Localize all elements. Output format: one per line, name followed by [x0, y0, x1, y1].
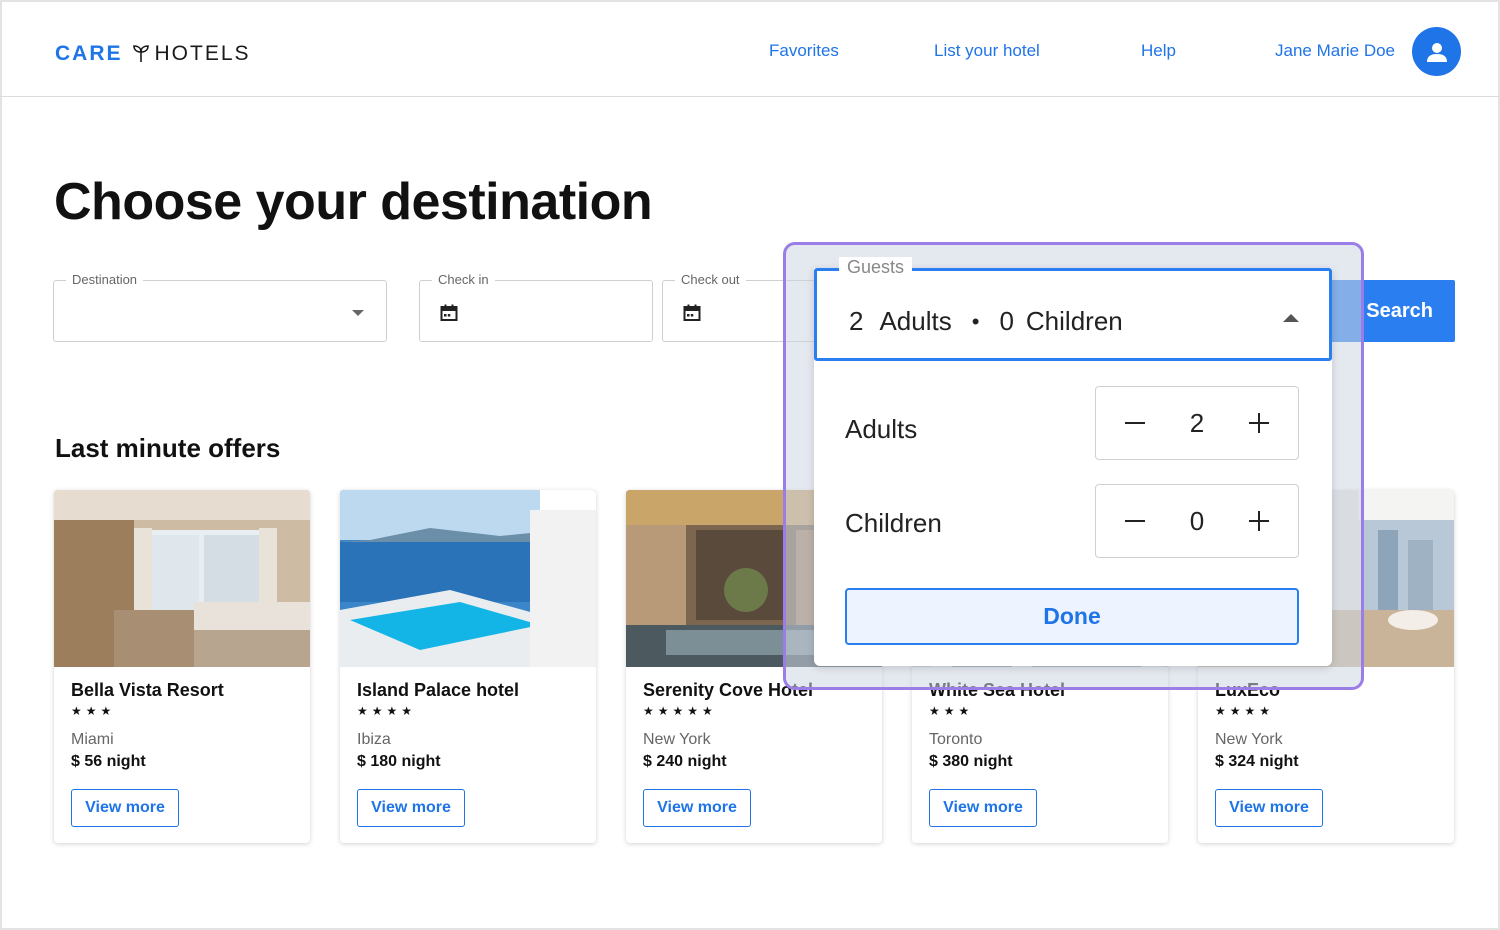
hotel-city: Ibiza — [357, 731, 391, 748]
adults-increment-button[interactable] — [1240, 404, 1278, 442]
destination-label: Destination — [66, 272, 144, 287]
nav-favorites[interactable]: Favorites — [769, 41, 839, 61]
done-button[interactable]: Done — [845, 588, 1299, 645]
hotel-price: $ 240 night — [643, 753, 727, 770]
logo-care-text: CARE — [55, 42, 123, 65]
hotel-pool-image — [340, 490, 596, 667]
hotel-name: Bella Vista Resort — [71, 680, 224, 700]
guests-summary: 2 Adults • 0 Children — [849, 306, 1123, 337]
hotel-price: $ 56 night — [71, 753, 146, 770]
calendar-icon — [683, 304, 701, 327]
brand-logo[interactable]: CARE HOTELS — [55, 42, 251, 66]
top-header: CARE HOTELS Favorites List your hotel He… — [0, 0, 1500, 97]
view-more-button[interactable]: View more — [357, 789, 465, 827]
adults-value: 2 — [1189, 407, 1205, 438]
children-decrement-button[interactable] — [1116, 502, 1154, 540]
hotel-stars: ★★★ — [71, 704, 116, 718]
nav-help[interactable]: Help — [1141, 41, 1176, 61]
hotel-price: $ 380 night — [929, 753, 1013, 770]
offer-card[interactable]: Bella Vista Resort ★★★ Miami $ 56 night … — [54, 490, 310, 843]
guests-label: Guests — [839, 257, 913, 278]
hotel-stars: ★★★ — [929, 704, 974, 718]
adults-word: Adults — [879, 306, 952, 336]
hotel-city: Miami — [71, 731, 114, 748]
hotel-name: Island Palace hotel — [357, 680, 520, 700]
user-icon — [1426, 42, 1447, 62]
separator-dot: • — [971, 308, 980, 334]
hotel-price: $ 180 night — [357, 753, 441, 770]
hotel-stars: ★★★★ — [1215, 704, 1275, 718]
hotel-stars: ★★★★ — [357, 704, 417, 718]
view-more-button[interactable]: View more — [71, 789, 179, 827]
children-row-label: Children — [845, 508, 942, 538]
adults-stepper: 2 — [1095, 386, 1299, 460]
guests-select[interactable]: Guests 2 Adults • 0 Children — [814, 257, 1332, 361]
adults-row-label: Adults — [845, 414, 918, 444]
minus-icon — [1125, 422, 1145, 424]
hotel-stars: ★★★★★ — [643, 704, 717, 718]
view-more-button[interactable]: View more — [643, 789, 751, 827]
hotel-city: Toronto — [929, 731, 983, 748]
hotel-room-image — [54, 490, 310, 667]
calendar-icon — [440, 304, 458, 327]
logo-hotels-text: HOTELS — [154, 42, 251, 65]
offers-title: Last minute offers — [55, 433, 281, 463]
checkin-field[interactable]: Check in — [419, 272, 653, 342]
adults-count: 2 — [849, 306, 864, 336]
guests-dropdown: Guests 2 Adults • 0 Children Adults 2 Ch… — [814, 257, 1332, 666]
offer-card[interactable]: Island Palace hotel ★★★★ Ibiza $ 180 nig… — [340, 490, 596, 843]
plus-icon — [1249, 413, 1269, 433]
children-word: Children — [1025, 306, 1123, 336]
nav-user-name[interactable]: Jane Marie Doe — [1275, 41, 1395, 61]
hotel-price: $ 324 night — [1215, 753, 1299, 770]
chevron-up-icon[interactable] — [1283, 314, 1299, 322]
checkin-label: Check in — [432, 272, 495, 287]
view-more-button[interactable]: View more — [929, 789, 1037, 827]
children-increment-button[interactable] — [1240, 502, 1278, 540]
checkout-label: Check out — [675, 272, 746, 287]
children-value: 0 — [1189, 505, 1205, 536]
hotel-city: New York — [643, 731, 711, 748]
hotel-city: New York — [1215, 731, 1283, 748]
plus-icon — [1249, 511, 1269, 531]
adults-decrement-button[interactable] — [1116, 404, 1154, 442]
chevron-down-icon — [352, 310, 364, 316]
destination-select[interactable]: Destination — [53, 272, 387, 342]
view-more-button[interactable]: View more — [1215, 789, 1323, 827]
minus-icon — [1125, 520, 1145, 522]
nav-list-your-hotel[interactable]: List your hotel — [934, 41, 1040, 61]
children-count: 0 — [999, 306, 1014, 336]
sprout-icon — [131, 44, 151, 64]
children-stepper: 0 — [1095, 484, 1299, 558]
user-avatar[interactable] — [1412, 27, 1461, 76]
page-title: Choose your destination — [54, 173, 653, 231]
